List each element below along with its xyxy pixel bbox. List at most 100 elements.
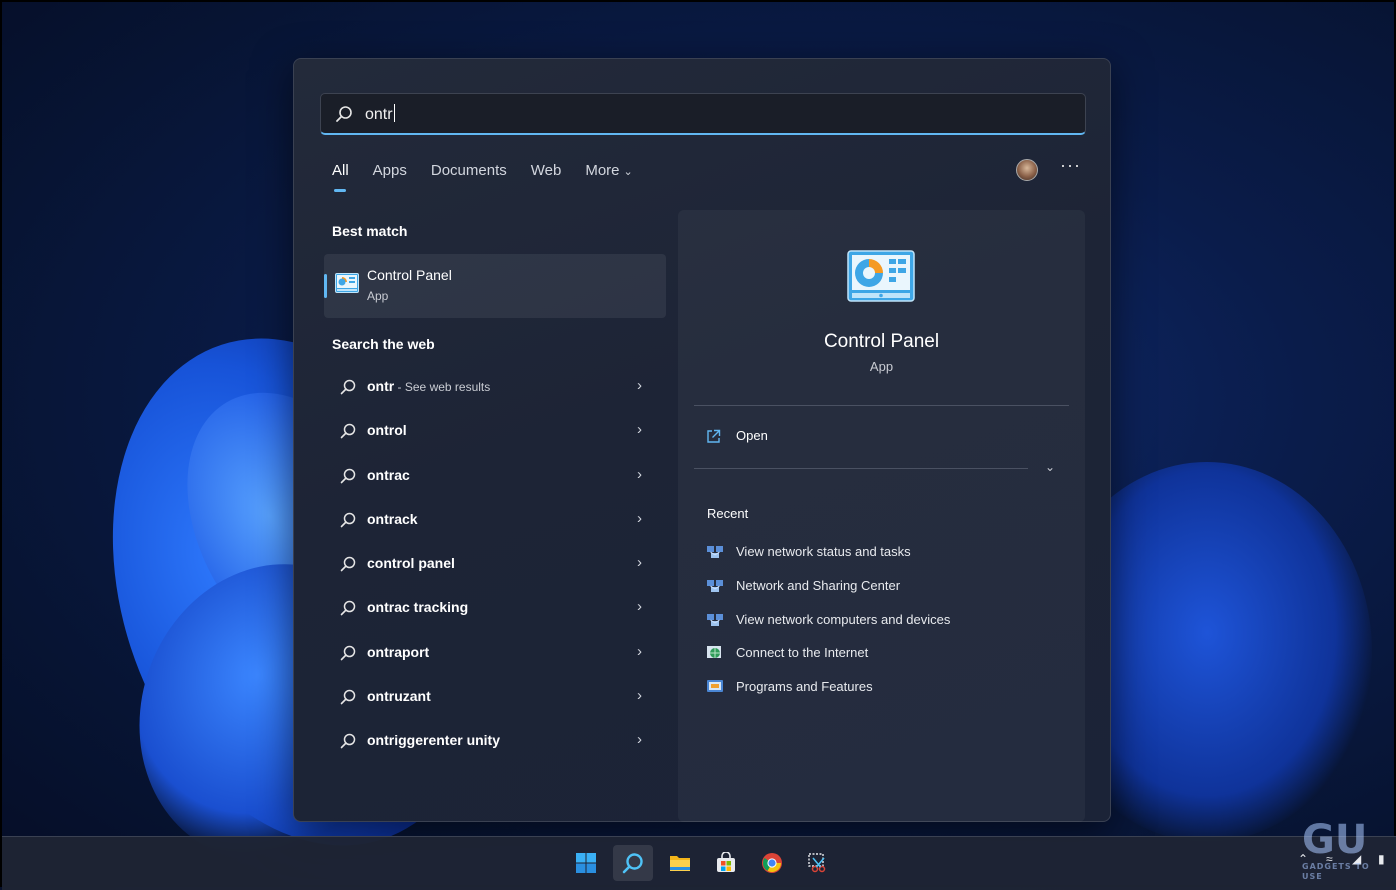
network-icon (707, 546, 723, 558)
network-icon (707, 613, 723, 626)
web-result-item[interactable]: ontriggerenter unity › (324, 719, 666, 763)
chevron-down-icon: ⌄ (623, 166, 633, 178)
search-web-heading: Search the web (332, 336, 435, 352)
best-match-name: Control Panel (367, 267, 452, 283)
chevron-right-icon: › (637, 465, 642, 483)
web-result-item[interactable]: ontr - See web results › (324, 365, 666, 409)
best-match-result[interactable]: Control Panel App (324, 254, 666, 318)
search-query: ontr (365, 104, 395, 123)
snipping-tool-icon (808, 853, 826, 873)
start-search-panel: ontr All Apps Documents Web More ⌄ ··· Be… (293, 58, 1111, 822)
site-watermark: GU GADGETS TO USE (1302, 817, 1388, 881)
tab-more-label: More (585, 162, 620, 179)
web-result-item[interactable]: ontraport › (324, 631, 666, 675)
web-result-label: ontrac tracking (367, 599, 469, 616)
search-input[interactable]: ontr (320, 93, 1086, 135)
divider (694, 405, 1069, 406)
recent-item[interactable]: View network status and tasks (706, 543, 1066, 577)
start-button[interactable] (566, 845, 606, 881)
web-result-item[interactable]: ontrack › (324, 498, 666, 542)
chevron-right-icon: › (637, 598, 642, 616)
taskbar-search-button[interactable] (613, 845, 653, 881)
web-result-label: ontraport (367, 643, 430, 660)
chevron-right-icon: › (637, 421, 642, 439)
web-result-item[interactable]: ontruzant › (324, 675, 666, 719)
taskbar: ⌃ ≈ ◢ ▮ (2, 836, 1396, 890)
windows-start-icon (576, 853, 596, 873)
selection-indicator (324, 274, 327, 298)
tab-documents[interactable]: Documents (431, 162, 507, 192)
search-icon (622, 853, 643, 874)
chevron-right-icon: › (637, 509, 642, 527)
web-result-label: ontruzant (367, 688, 431, 705)
divider (694, 468, 1028, 469)
file-explorer-button[interactable] (660, 845, 700, 881)
recent-item[interactable]: Network and Sharing Center (706, 577, 1066, 611)
web-result-item[interactable]: ontrac › (324, 454, 666, 498)
web-result-label: control panel (367, 555, 455, 572)
search-icon (340, 645, 356, 661)
web-result-item[interactable]: control panel › (324, 542, 666, 586)
search-icon (336, 106, 352, 122)
expand-chevron-icon[interactable]: ⌄ (1045, 460, 1055, 474)
web-result-hint: - See web results (394, 380, 491, 394)
web-result-label: ontrol (367, 422, 407, 439)
tab-apps[interactable]: Apps (373, 162, 407, 192)
chevron-right-icon: › (637, 642, 642, 660)
chevron-right-icon: › (637, 377, 642, 394)
user-avatar[interactable] (1016, 159, 1038, 181)
search-icon (340, 379, 356, 395)
recent-item-label: View network computers and devices (736, 611, 951, 627)
watermark-text: GADGETS TO USE (1302, 862, 1370, 881)
tab-web[interactable]: Web (531, 162, 562, 192)
control-panel-icon (335, 273, 359, 293)
search-icon (340, 734, 356, 749)
recent-items-list: View network status and tasks Network and… (706, 543, 1066, 712)
chevron-right-icon: › (637, 731, 642, 749)
recent-item[interactable]: Programs and Features (706, 678, 1066, 712)
network-icon (707, 579, 723, 592)
best-match-heading: Best match (332, 223, 408, 239)
search-icon (340, 468, 356, 483)
chevron-right-icon: › (637, 554, 642, 572)
open-external-icon (707, 429, 721, 443)
search-icon (340, 512, 356, 528)
microsoft-store-button[interactable] (706, 845, 746, 881)
web-result-item[interactable]: ontrol › (324, 409, 666, 453)
chrome-button[interactable] (752, 845, 792, 881)
recent-item-label: Connect to the Internet (736, 645, 869, 661)
detail-app-name: Control Panel (823, 331, 940, 352)
control-panel-icon (847, 250, 915, 302)
search-icon (340, 556, 356, 572)
recent-item-label: Programs and Features (736, 679, 873, 695)
search-filter-tabs: All Apps Documents Web More ⌄ (332, 162, 657, 192)
programs-icon (707, 680, 723, 693)
watermark-mark: GU (1302, 817, 1368, 863)
chrome-icon (762, 853, 782, 873)
recent-heading: Recent (707, 506, 749, 521)
web-results-list: ontr - See web results › ontrol › ontrac › ont… (324, 365, 666, 764)
globe-icon (707, 646, 721, 659)
recent-item-label: Network and Sharing Center (736, 577, 901, 593)
snipping-tool-button[interactable] (798, 845, 838, 881)
detail-app-type: App (869, 359, 894, 374)
tab-all[interactable]: All (332, 162, 349, 192)
best-match-type: App (367, 289, 389, 303)
more-options-icon[interactable]: ··· (1060, 155, 1081, 176)
open-label: Open (736, 428, 768, 443)
file-explorer-icon (670, 856, 690, 871)
web-result-label: ontriggerenter unity (367, 732, 501, 749)
result-detail-pane: Control Panel App Open ⌄ Recent View net… (678, 210, 1085, 822)
search-icon (340, 601, 356, 616)
search-icon (340, 424, 356, 439)
recent-item[interactable]: Connect to the Internet (706, 644, 1066, 678)
microsoft-store-icon (717, 852, 735, 872)
web-result-label: ontr - See web results (367, 378, 491, 394)
recent-item[interactable]: View network computers and devices (706, 611, 1066, 645)
web-result-item[interactable]: ontrac tracking › (324, 586, 666, 630)
web-result-label: ontrack (367, 510, 418, 527)
recent-item-label: View network status and tasks (736, 544, 911, 559)
text-caret (393, 104, 395, 122)
chevron-right-icon: › (637, 687, 642, 705)
tab-more[interactable]: More ⌄ (585, 162, 632, 192)
